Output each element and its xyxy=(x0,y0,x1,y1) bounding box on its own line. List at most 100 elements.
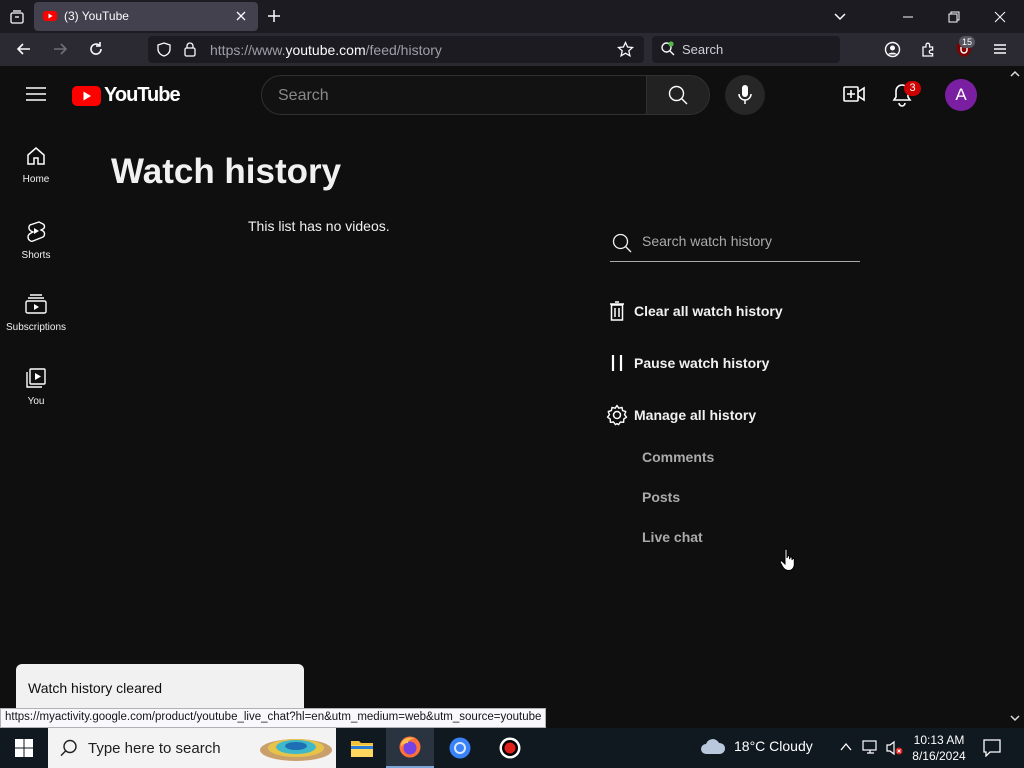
status-bar-url: https://myactivity.google.com/product/yo… xyxy=(0,708,547,728)
youtube-logo[interactable]: YouTube xyxy=(72,84,181,107)
guide-item-home[interactable]: Home xyxy=(0,132,72,206)
live-chat-link[interactable]: Live chat xyxy=(642,529,703,545)
extensions-icon[interactable] xyxy=(920,41,937,58)
pause-watch-history-label: Pause watch history xyxy=(634,355,770,371)
search-icon xyxy=(60,739,78,757)
you-icon xyxy=(26,368,46,388)
forward-icon[interactable] xyxy=(52,41,68,57)
avatar[interactable]: A xyxy=(945,79,977,111)
shield-icon[interactable] xyxy=(157,42,171,57)
chevron-up-icon[interactable] xyxy=(840,742,852,752)
hand-cursor-icon xyxy=(779,548,797,572)
search-highlight-illustration-icon xyxy=(258,732,334,764)
empty-list-message: This list has no videos. xyxy=(248,218,390,234)
chrome-taskbar-button[interactable] xyxy=(436,728,484,768)
microphone-icon xyxy=(738,85,752,104)
guide-item-you[interactable]: You xyxy=(0,354,72,428)
taskbar-search-placeholder: Type here to search xyxy=(88,740,221,757)
record-icon xyxy=(499,737,521,759)
search-engine-icon xyxy=(660,41,676,57)
browser-search-bar[interactable]: Search xyxy=(652,36,840,63)
guide-item-label: Subscriptions xyxy=(5,322,67,333)
youtube-search-button[interactable] xyxy=(646,75,710,115)
voice-search-button[interactable] xyxy=(725,75,765,115)
back-icon[interactable] xyxy=(16,41,32,57)
chrome-icon xyxy=(449,737,471,759)
account-icon[interactable] xyxy=(884,41,901,58)
windows-logo-icon xyxy=(15,739,33,757)
windows-start-button[interactable] xyxy=(0,728,48,768)
youtube-play-logo-icon xyxy=(72,85,101,106)
folder-icon xyxy=(351,741,373,757)
minimize-icon[interactable] xyxy=(898,7,918,27)
address-bar[interactable]: https://www.youtube.com/feed/history xyxy=(148,36,644,63)
home-icon xyxy=(26,146,46,166)
close-tab-icon[interactable] xyxy=(234,9,248,23)
taskbar-search-box[interactable]: Type here to search xyxy=(48,728,336,768)
notification-count-badge: 3 xyxy=(904,81,921,96)
scroll-down-arrow-icon[interactable] xyxy=(1010,714,1020,722)
scroll-up-arrow-icon[interactable] xyxy=(1010,70,1020,78)
action-center-icon[interactable] xyxy=(983,739,1001,757)
url-path: /feed/history xyxy=(365,42,442,58)
guide-item-label: You xyxy=(27,396,45,407)
new-tab-icon[interactable] xyxy=(266,8,282,24)
url-prefix: https://www. xyxy=(210,42,286,58)
pause-icon xyxy=(606,352,628,374)
clock-time: 10:13 AM xyxy=(913,733,965,747)
youtube-logo-text: YouTube xyxy=(104,84,181,106)
manage-all-history-button[interactable]: Manage all history xyxy=(606,403,756,427)
tab-youtube[interactable]: (3) YouTube xyxy=(34,2,258,31)
pause-watch-history-button[interactable]: Pause watch history xyxy=(606,351,769,375)
bookmark-star-icon[interactable] xyxy=(617,41,634,58)
firefox-icon xyxy=(399,736,421,758)
lock-icon[interactable] xyxy=(184,42,196,57)
tab-list-icon[interactable] xyxy=(4,4,30,30)
url-text[interactable]: https://www.youtube.com/feed/history xyxy=(210,42,442,58)
chevron-down-icon[interactable] xyxy=(832,8,848,24)
firefox-taskbar-button[interactable] xyxy=(386,728,434,768)
youtube-page: YouTube Search 3 A Home Shorts Subscript… xyxy=(0,66,1024,726)
comments-link[interactable]: Comments xyxy=(642,449,714,465)
search-icon xyxy=(668,85,688,105)
page-title: Watch history xyxy=(111,152,342,191)
trash-icon xyxy=(606,300,628,322)
create-video-icon[interactable] xyxy=(843,85,865,103)
subscriptions-icon xyxy=(25,294,47,314)
reload-icon[interactable] xyxy=(88,41,104,57)
shorts-icon xyxy=(26,220,46,242)
guide-menu-icon[interactable] xyxy=(26,86,46,102)
weather-widget[interactable]: 18°C Cloudy xyxy=(700,737,813,755)
guide-item-shorts[interactable]: Shorts xyxy=(0,206,72,280)
close-window-icon[interactable] xyxy=(990,7,1010,27)
clear-all-watch-history-button[interactable]: Clear all watch history xyxy=(606,299,783,323)
guide-item-label: Home xyxy=(22,174,50,185)
system-clock[interactable]: 10:13 AM 8/16/2024 xyxy=(905,732,973,764)
youtube-favicon-icon xyxy=(43,10,57,22)
search-watch-history-input[interactable]: Search watch history xyxy=(610,226,860,262)
tab-title: (3) YouTube xyxy=(64,9,129,23)
posts-link[interactable]: Posts xyxy=(642,489,680,505)
youtube-search-input[interactable]: Search xyxy=(261,75,647,115)
restore-icon[interactable] xyxy=(944,7,964,27)
clear-all-watch-history-label: Clear all watch history xyxy=(634,303,783,319)
gear-icon xyxy=(606,404,628,426)
browser-search-placeholder: Search xyxy=(682,42,724,57)
search-icon xyxy=(612,233,632,253)
manage-all-history-label: Manage all history xyxy=(634,407,757,423)
url-domain: youtube.com xyxy=(285,42,366,58)
screen-recorder-taskbar-button[interactable] xyxy=(486,728,534,768)
search-watch-history-placeholder: Search watch history xyxy=(642,233,772,249)
guide-item-label: Shorts xyxy=(21,250,51,261)
toast-message: Watch history cleared xyxy=(28,680,163,696)
hamburger-menu-icon[interactable] xyxy=(992,41,1008,57)
volume-muted-icon[interactable] xyxy=(886,740,904,756)
extension-badge: 15 xyxy=(959,36,976,48)
guide-item-subscriptions[interactable]: Subscriptions xyxy=(0,280,72,354)
network-icon[interactable] xyxy=(862,740,880,756)
browser-nav-bar: https://www.youtube.com/feed/history Sea… xyxy=(0,33,1024,66)
file-explorer-taskbar-button[interactable] xyxy=(338,728,386,768)
cloud-icon xyxy=(701,739,726,754)
clock-date: 8/16/2024 xyxy=(912,749,966,763)
windows-taskbar: Type here to search 18°C Cloudy 10:13 AM… xyxy=(0,728,1024,768)
